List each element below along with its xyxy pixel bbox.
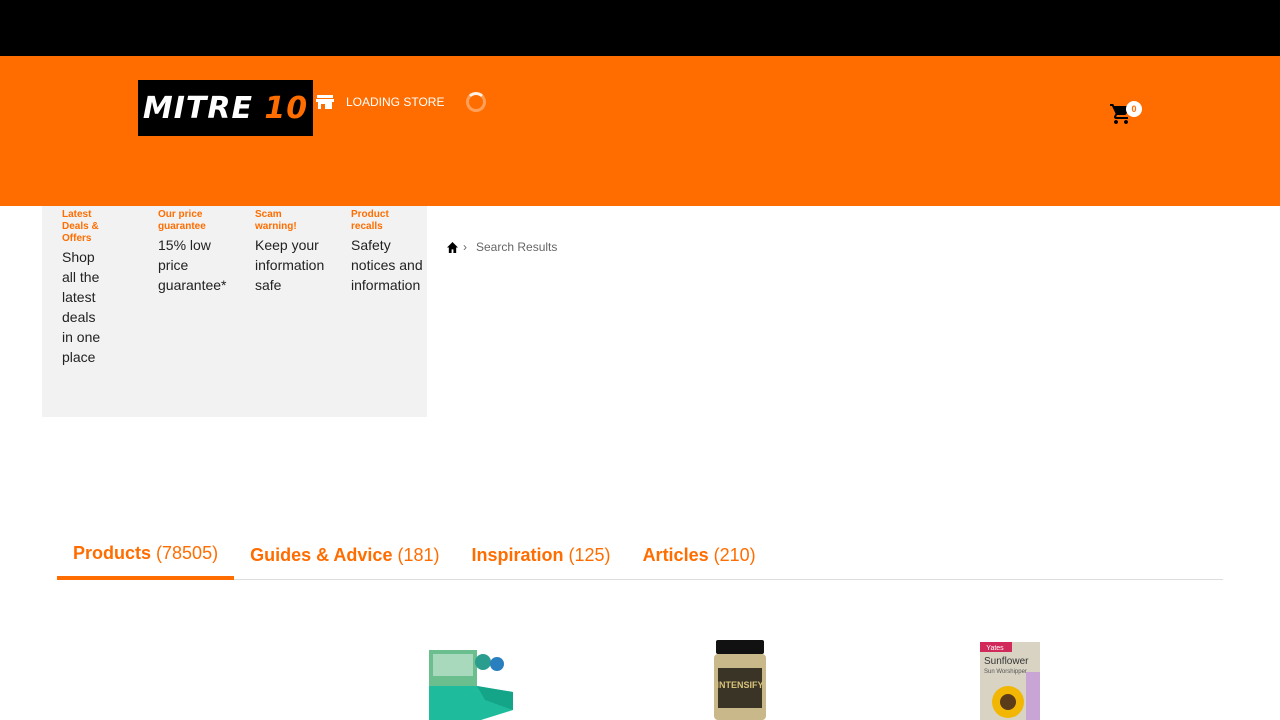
logo-text-ten: 10	[264, 90, 309, 126]
tab-guides-advice[interactable]: Guides & Advice (181)	[234, 530, 455, 580]
mitre10-logo[interactable]: MITRE 10	[138, 80, 313, 136]
promo-text: 15% low price guarantee*	[158, 237, 227, 293]
home-icon[interactable]	[447, 241, 458, 253]
tab-articles[interactable]: Articles (210)	[627, 530, 772, 580]
store-icon	[316, 95, 334, 109]
logo-text-main: MITRE	[142, 90, 265, 126]
tab-products[interactable]: Products (78505)	[57, 530, 235, 580]
cart-count-badge: 0	[1126, 101, 1142, 117]
promo-text: Shop all the latest deals in one place	[62, 249, 101, 365]
product-image-intensify-jar[interactable]: INTENSIFY	[712, 640, 768, 720]
site-header: MITRE 10 LOADING STORE	[0, 56, 1280, 206]
promo-price-guarantee[interactable]: Our price guarantee 15% low price guaran…	[158, 209, 232, 295]
promo-heading: Product recalls	[351, 209, 389, 232]
product-subtitle: Sun Worshipper	[984, 669, 1027, 675]
promo-heading: Latest Deals & Offers	[62, 209, 99, 244]
store-selector[interactable]: LOADING STORE	[316, 92, 487, 112]
promo-text: Keep your information safe	[255, 237, 325, 293]
loading-spinner-icon	[466, 92, 487, 112]
result-tabs: Products (78505) Guides & Advice (181) I…	[57, 530, 1223, 580]
product-image-garden-mat[interactable]	[425, 648, 517, 720]
product-title: Sunflower	[984, 656, 1029, 667]
tab-inspiration[interactable]: Inspiration (125)	[456, 530, 627, 580]
promo-product-recalls[interactable]: Product recalls Safety notices and infor…	[351, 209, 427, 295]
top-bar	[0, 0, 1280, 56]
promo-text: Safety notices and information	[351, 237, 423, 293]
breadcrumb-current: Search Results	[476, 240, 558, 254]
promo-heading: Our price guarantee	[158, 209, 206, 232]
product-image-sunflower-seeds[interactable]: Yates Sunflower Sun Worshipper	[978, 642, 1042, 720]
promo-strip: Latest Deals & Offers Shop all the lates…	[42, 206, 427, 417]
product-brand: Yates	[986, 645, 1004, 652]
promo-scam-warning[interactable]: Scam warning! Keep your information safe	[255, 209, 333, 295]
product-label: INTENSIFY	[716, 680, 763, 690]
product-grid: INTENSIFY Yates Sunflower Sun Worshipper	[0, 630, 1280, 720]
breadcrumb: › Search Results	[447, 240, 557, 254]
store-label: LOADING STORE	[346, 95, 445, 109]
promo-heading: Scam warning!	[255, 209, 297, 232]
breadcrumb-separator: ›	[463, 240, 467, 254]
promo-deals[interactable]: Latest Deals & Offers Shop all the lates…	[62, 209, 102, 367]
